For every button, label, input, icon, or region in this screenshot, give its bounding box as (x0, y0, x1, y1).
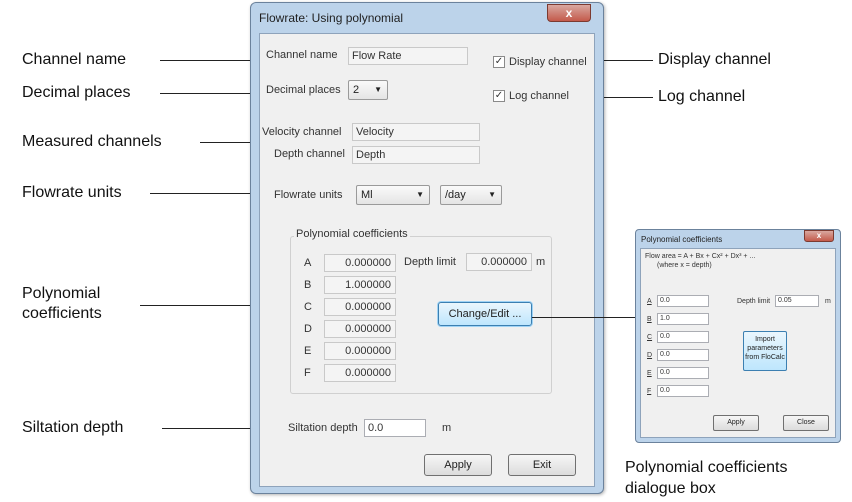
callout-dialogue-caption-line1: Polynomial coefficients (625, 459, 788, 476)
small-coefficient-letter: D (647, 352, 653, 359)
small-coefficient-field[interactable]: 0.0 (657, 331, 709, 343)
import-flocalc-button[interactable]: Import parameters from FloCalc (743, 331, 787, 371)
small-coefficient-field[interactable]: 1.0 (657, 313, 709, 325)
chevron-down-icon: ▼ (488, 190, 496, 199)
callout-measured-channels: Measured channels (22, 133, 162, 150)
log-channel-checkbox[interactable]: ✓ (493, 90, 505, 102)
coefficient-field[interactable]: 0.000000 (324, 254, 396, 272)
siltation-unit: m (442, 422, 452, 434)
callout-line-polynomial (140, 305, 254, 306)
velocity-channel-label: Velocity channel (262, 126, 342, 138)
coefficient-field[interactable]: 1.000000 (324, 276, 396, 294)
polynomial-group-label: Polynomial coefficients (294, 228, 410, 240)
flowrate-units-label: Flowrate units (274, 189, 343, 201)
channel-name-field[interactable]: Flow Rate (348, 47, 468, 65)
small-coefficient-letter: B (647, 316, 652, 323)
small-coefficient-field[interactable]: 0.0 (657, 385, 709, 397)
exit-button[interactable]: Exit (508, 454, 576, 476)
callout-channel-name: Channel name (22, 51, 127, 68)
flowrate-unit-select[interactable]: Ml ▼ (356, 185, 430, 205)
coeff-dialog-body: Flow area = A + Bx + Cx² + Dx³ + ... (wh… (640, 248, 836, 438)
small-coefficient-letter: C (647, 334, 653, 341)
formula-line2: (where x = depth) (657, 262, 712, 269)
close-icon[interactable]: x (547, 4, 591, 22)
chevron-down-icon: ▼ (374, 85, 382, 94)
small-coefficient-letter: E (647, 370, 652, 377)
coefficient-field[interactable]: 0.000000 (324, 320, 396, 338)
connector-line-change-edit (532, 317, 639, 318)
callout-polynomial-line1: Polynomial (22, 285, 101, 302)
callout-log-channel: Log channel (658, 88, 746, 105)
callout-dialogue-caption-line2: dialogue box (625, 480, 716, 497)
callout-flowrate-units: Flowrate units (22, 184, 122, 201)
coefficient-letter: B (304, 279, 312, 291)
dialog-body: Channel name Flow Rate Decimal places 2 … (259, 33, 595, 487)
chevron-down-icon: ▼ (416, 190, 424, 199)
display-channel-label: Display channel (509, 56, 587, 68)
close-icon[interactable]: x (804, 230, 834, 242)
small-coefficient-field[interactable]: 0.0 (657, 295, 709, 307)
depth-limit-field[interactable]: 0.000000 (466, 253, 532, 271)
decimal-places-value: 2 (353, 84, 360, 96)
formula-line1: Flow area = A + Bx + Cx² + Dx³ + ... (645, 253, 756, 260)
depth-limit-unit: m (536, 256, 546, 268)
coefficient-letter: A (304, 257, 312, 269)
small-apply-button[interactable]: Apply (713, 415, 759, 431)
callout-line-measured-channels (200, 142, 254, 143)
dialog-title: Flowrate: Using polynomial (259, 11, 404, 25)
coefficient-letter: D (304, 323, 312, 335)
decimal-places-select[interactable]: 2 ▼ (348, 80, 388, 100)
small-depth-limit-field[interactable]: 0.05 (775, 295, 819, 307)
small-coefficient-letter: F (647, 388, 652, 395)
coefficient-letter: E (304, 345, 312, 357)
callout-polynomial-line2: coefficients (22, 305, 102, 322)
small-coefficient-field[interactable]: 0.0 (657, 349, 709, 361)
small-coefficient-field[interactable]: 0.0 (657, 367, 709, 379)
small-close-button[interactable]: Close (783, 415, 829, 431)
coefficient-field[interactable]: 0.000000 (324, 298, 396, 316)
callout-line-flowrate-units (150, 193, 254, 194)
log-channel-label: Log channel (509, 90, 569, 102)
flowrate-unit-value: Ml (361, 189, 373, 201)
small-coefficient-letter: A (647, 298, 652, 305)
channel-name-label: Channel name (266, 49, 338, 61)
coefficients-dialog: Polynomial coefficients x Flow area = A … (635, 229, 841, 443)
callout-line-siltation (162, 428, 254, 429)
callout-siltation-depth: Siltation depth (22, 419, 124, 436)
siltation-depth-label: Siltation depth (288, 422, 358, 434)
callout-decimal-places: Decimal places (22, 84, 131, 101)
display-channel-checkbox[interactable]: ✓ (493, 56, 505, 68)
flowrate-period-value: /day (445, 189, 466, 201)
callout-display-channel: Display channel (658, 51, 771, 68)
coefficient-letter: C (304, 301, 312, 313)
coefficient-field[interactable]: 0.000000 (324, 364, 396, 382)
depth-limit-label: Depth limit (404, 256, 456, 268)
callout-line-decimal-places (160, 93, 254, 94)
apply-button[interactable]: Apply (424, 454, 492, 476)
depth-channel-field[interactable]: Depth (352, 146, 480, 164)
depth-channel-label: Depth channel (274, 148, 345, 160)
siltation-depth-field[interactable]: 0.0 (364, 419, 426, 437)
flowrate-dialog: Flowrate: Using polynomial x Channel nam… (250, 2, 604, 494)
decimal-places-label: Decimal places (266, 84, 341, 96)
coefficient-letter: F (304, 367, 311, 379)
coeff-dialog-title: Polynomial coefficients (641, 235, 723, 244)
coefficient-field[interactable]: 0.000000 (324, 342, 396, 360)
change-edit-button[interactable]: Change/Edit ... (438, 302, 532, 326)
callout-line-channel-name (160, 60, 254, 61)
velocity-channel-field[interactable]: Velocity (352, 123, 480, 141)
small-depth-limit-label: Depth limit (737, 298, 771, 305)
flowrate-period-select[interactable]: /day ▼ (440, 185, 502, 205)
small-depth-limit-unit: m (825, 298, 831, 305)
